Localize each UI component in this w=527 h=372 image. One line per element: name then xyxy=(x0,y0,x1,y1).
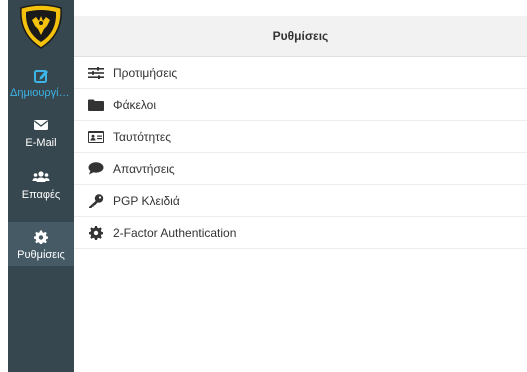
id-card-icon xyxy=(88,130,104,144)
sidebar-item-email[interactable]: E-Mail xyxy=(8,118,74,160)
menu-item-label: Φάκελοι xyxy=(113,97,157,112)
logo[interactable] xyxy=(18,4,64,50)
comment-icon xyxy=(88,162,104,176)
page-title-bar: Ρυθμίσεις xyxy=(74,16,527,57)
envelope-icon xyxy=(8,118,74,134)
menu-item-identities[interactable]: Ταυτότητες xyxy=(74,121,527,153)
left-margin xyxy=(0,0,8,372)
menu-item-2fa[interactable]: 2-Factor Authentication xyxy=(74,217,527,249)
users-icon xyxy=(8,170,74,186)
menu-item-label: Ταυτότητες xyxy=(113,129,172,144)
gear-icon xyxy=(88,225,104,240)
sidebar: Δημιουργία... E-Mail Επαφές Ρυθμίσεις xyxy=(8,0,74,372)
sliders-icon xyxy=(88,66,104,80)
menu-item-folders[interactable]: Φάκελοι xyxy=(74,89,527,121)
menu-item-label: Απαντήσεις xyxy=(113,161,175,176)
key-icon xyxy=(88,193,104,208)
menu-item-responses[interactable]: Απαντήσεις xyxy=(74,153,527,185)
menu-item-label: Προτιμήσεις xyxy=(113,65,178,80)
menu-item-pgp-keys[interactable]: PGP Κλειδιά xyxy=(74,185,527,217)
menu-item-label: PGP Κλειδιά xyxy=(113,193,180,208)
sidebar-item-compose[interactable]: Δημιουργία... xyxy=(8,68,74,110)
sidebar-item-contacts[interactable]: Επαφές xyxy=(8,170,74,212)
sidebar-item-settings[interactable]: Ρυθμίσεις xyxy=(8,222,74,266)
page-title: Ρυθμίσεις xyxy=(272,29,329,43)
menu-item-label: 2-Factor Authentication xyxy=(113,225,237,240)
settings-menu: Προτιμήσεις Φάκελοι Ταυτότητες Απαντήσει… xyxy=(74,57,527,249)
sidebar-item-label: Ρυθμίσεις xyxy=(17,249,65,261)
gear-icon xyxy=(8,230,74,246)
sidebar-item-label: Δημιουργία... xyxy=(10,87,74,99)
folder-icon xyxy=(88,98,104,112)
app-window: Δημιουργία... E-Mail Επαφές Ρυθμίσεις Ρυ… xyxy=(0,0,527,372)
edit-icon xyxy=(8,68,74,84)
sidebar-item-label: Επαφές xyxy=(21,189,61,201)
menu-item-preferences[interactable]: Προτιμήσεις xyxy=(74,57,527,89)
sidebar-item-label: E-Mail xyxy=(25,137,57,149)
